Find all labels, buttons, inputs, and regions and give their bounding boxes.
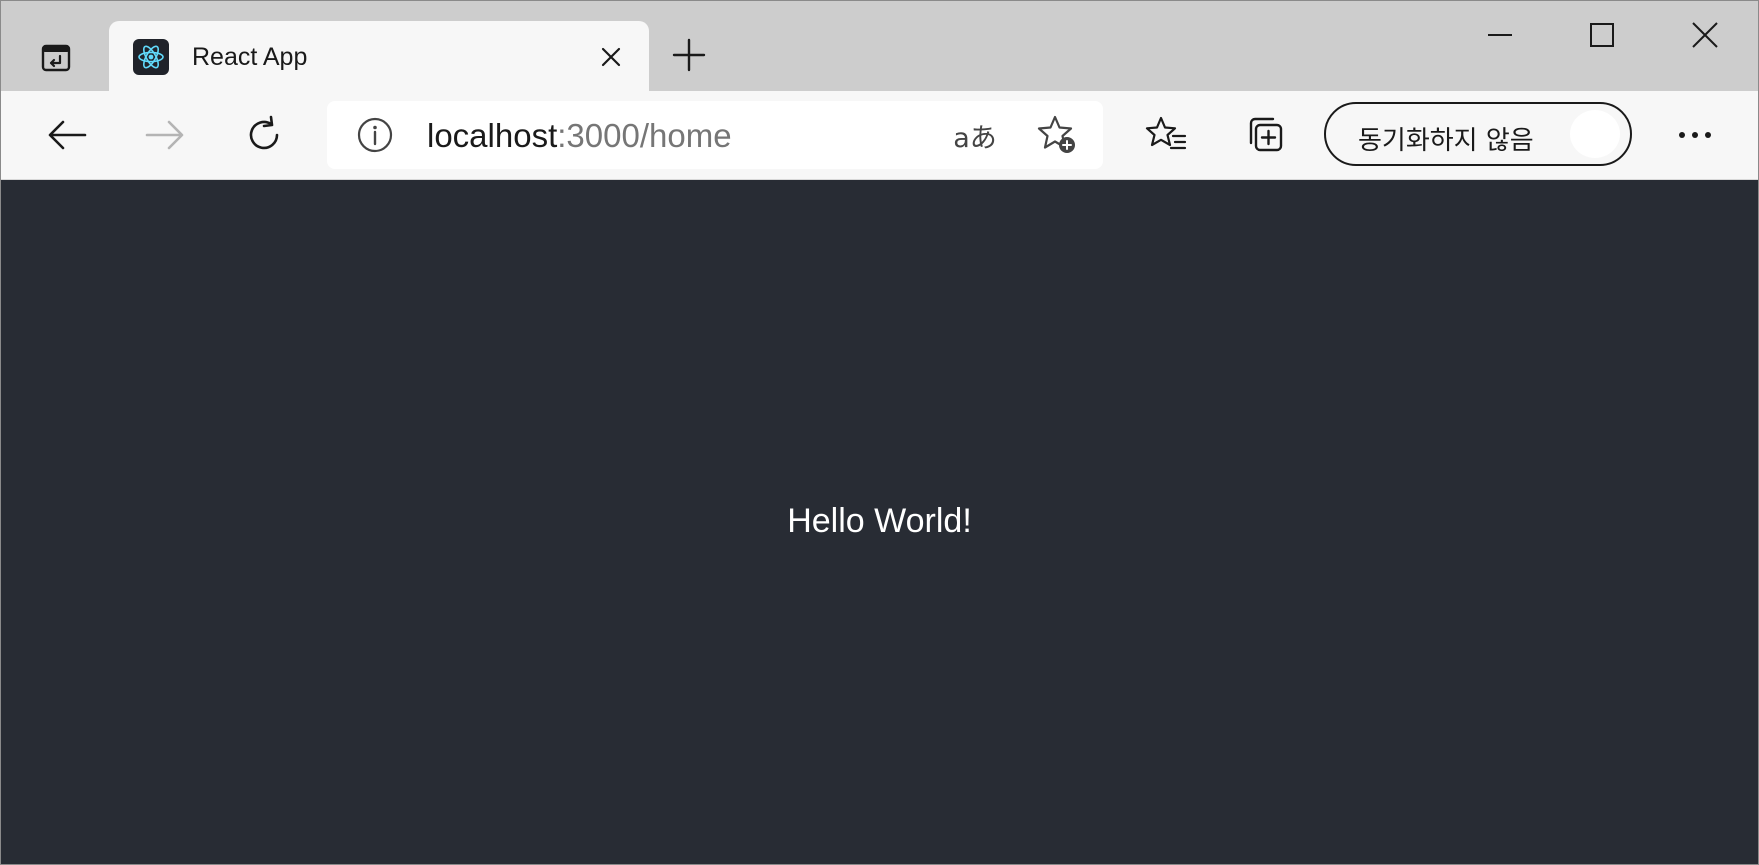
forward-arrow-icon (145, 119, 185, 151)
back-button[interactable] (39, 107, 95, 163)
browser-toolbar: localhost:3000/home aあ 동기화하지 않음 (1, 91, 1758, 180)
profile-button[interactable]: 동기화하지 않음 (1324, 102, 1632, 166)
plus-icon (672, 38, 706, 72)
new-tab-button[interactable] (665, 31, 713, 79)
minimize-button[interactable] (1456, 9, 1544, 61)
tab-actions-icon (40, 42, 72, 74)
browser-window: React App localhost:3000/home aあ 동기화하지 않… (0, 0, 1759, 865)
tab-strip: React App (1, 1, 1758, 93)
forward-button[interactable] (137, 107, 193, 163)
info-icon (356, 116, 394, 154)
url-path: :3000/home (557, 117, 732, 154)
star-add-icon (1036, 114, 1078, 156)
translate-icon: aあ (953, 122, 997, 154)
tab-close-button[interactable] (589, 35, 633, 79)
close-icon (600, 46, 622, 68)
collections-button[interactable] (1237, 107, 1293, 163)
back-arrow-icon (47, 119, 87, 151)
maximize-button[interactable] (1558, 9, 1646, 61)
avatar (1570, 110, 1620, 158)
more-icon (1678, 131, 1712, 139)
site-info-button[interactable] (355, 115, 395, 155)
more-button[interactable] (1667, 107, 1723, 163)
refresh-icon (244, 115, 284, 155)
tab-actions-button[interactable] (29, 31, 83, 85)
page-viewport: Hello World! (1, 180, 1758, 864)
maximize-icon (1590, 23, 1614, 47)
tab-title: React App (192, 42, 308, 71)
add-favorite-button[interactable] (1033, 113, 1081, 157)
url-host: localhost (427, 117, 558, 154)
profile-sync-label: 동기화하지 않음 (1358, 126, 1534, 156)
favorites-icon (1145, 115, 1187, 155)
translate-button[interactable]: aあ (951, 115, 999, 155)
favorites-button[interactable] (1138, 107, 1194, 163)
hello-world-text: Hello World! (787, 502, 972, 540)
window-close-icon (1692, 22, 1718, 48)
minimize-icon (1487, 33, 1513, 37)
url-text[interactable]: localhost:3000/home (427, 118, 732, 154)
react-logo-icon (133, 39, 169, 75)
collections-icon (1245, 115, 1285, 155)
window-close-button[interactable] (1661, 9, 1749, 61)
address-bar[interactable]: localhost:3000/home aあ (327, 101, 1103, 169)
tab-react-app[interactable]: React App (109, 21, 649, 93)
refresh-button[interactable] (236, 107, 292, 163)
